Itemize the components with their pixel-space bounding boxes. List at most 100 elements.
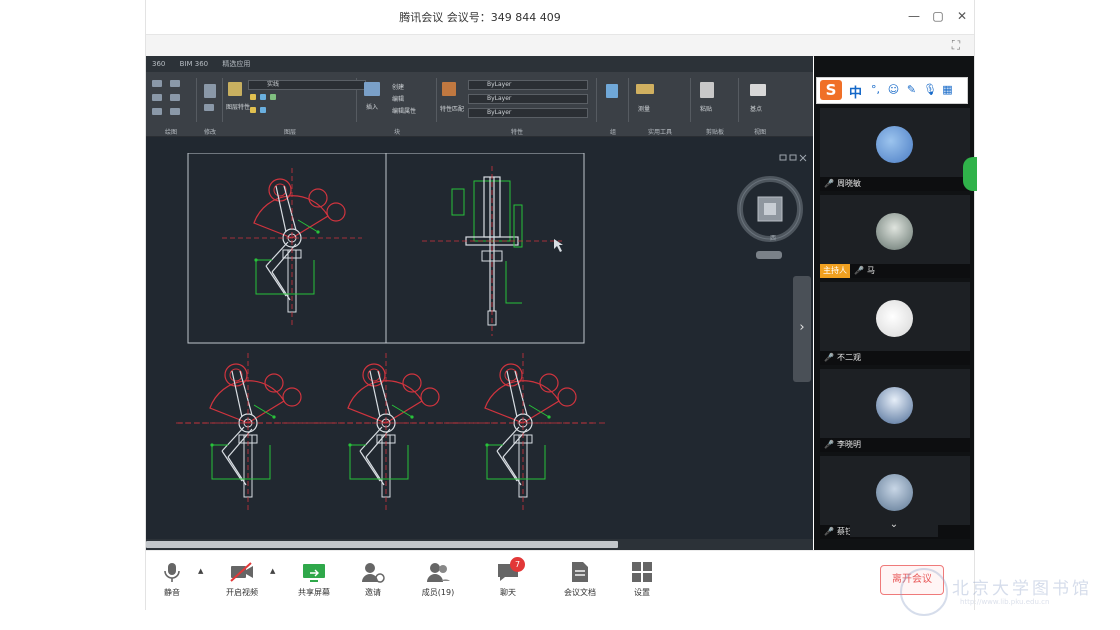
ribbon-group-label: 视图 [753, 129, 766, 136]
cad-tab[interactable]: BIM 360 [174, 57, 215, 68]
layer-freeze-icon[interactable] [260, 94, 266, 100]
invite-label: 邀请 [365, 588, 381, 597]
viewcube[interactable] [737, 176, 803, 259]
copy-icon[interactable] [204, 104, 214, 111]
layer-props-label: 图层特性 [226, 104, 251, 111]
hatch-icon[interactable] [170, 108, 180, 115]
ribbon-group-label: 剪贴板 [705, 129, 724, 136]
chat-button[interactable]: 7 聊天 [486, 557, 530, 598]
ime-mode-indicator[interactable]: 中 [849, 82, 862, 101]
mute-button[interactable]: 静音 [150, 561, 194, 598]
create-label[interactable]: 创建 [392, 82, 404, 91]
ribbon-group-label: 绘图 [164, 129, 177, 136]
paste-icon[interactable] [700, 82, 714, 98]
share-screen-button[interactable]: 共享屏幕 [292, 561, 336, 598]
layer-on-icon[interactable] [250, 94, 256, 100]
cad-tab[interactable]: 精选应用 [216, 56, 256, 69]
rect-icon[interactable] [170, 94, 180, 101]
fullscreen-icon[interactable]: ⛶ [948, 37, 964, 53]
mic-icon: 🎤 [854, 266, 864, 275]
cad-scroll-thumb[interactable] [146, 541, 618, 548]
share-screen-icon [303, 564, 325, 582]
layer-props-icon[interactable] [228, 82, 242, 96]
meeting-window: 腾讯会议 会议号：349 844 409 — ▢ ✕ ⛶ 360 BIM 360… [145, 0, 977, 611]
cad-horizontal-scrollbar[interactable] [146, 539, 813, 550]
ribbon-group-utilities: 测量 实用工具 [630, 78, 691, 136]
move-icon[interactable] [204, 84, 216, 98]
sogou-logo-icon[interactable]: S [820, 80, 842, 100]
lineweight-dropdown[interactable]: ByLayer [468, 108, 588, 118]
ime-toolbar[interactable]: S 中 °, ☺ ✎ 🎙 ▦ [816, 77, 968, 104]
members-icon [427, 563, 450, 582]
chat-unread-badge: 7 [510, 557, 525, 572]
video-label: 开启视频 [226, 588, 258, 597]
chevron-down-icon[interactable]: ⌄ [850, 513, 938, 537]
mic-muted-icon: 🎤 [824, 353, 834, 362]
measure-icon[interactable] [636, 84, 654, 94]
mic-icon[interactable]: 🎙 [923, 83, 937, 96]
video-button[interactable]: 开启视频 [220, 561, 264, 598]
layer-name: 实线 [267, 81, 280, 88]
measure-label: 测量 [638, 106, 651, 113]
mic-muted-icon: 🎤 [824, 440, 834, 449]
participant-name-bar: 🎤 周晓敏 [820, 177, 970, 191]
skin-icon[interactable]: ✎ [905, 83, 918, 96]
emoji-icon[interactable]: ☺ [887, 83, 900, 96]
participant-tile[interactable]: 🎤 周晓敏 [820, 108, 970, 191]
members-button[interactable]: 成员(19) [416, 561, 460, 598]
caret-up-icon[interactable]: ▲ [270, 567, 275, 575]
mute-label: 静音 [164, 588, 180, 597]
floating-status-tab[interactable] [963, 157, 977, 191]
linetype-dropdown[interactable]: ByLayer [468, 94, 588, 104]
chevron-right-icon[interactable]: › [793, 320, 811, 335]
restore-button[interactable]: ▢ [930, 8, 946, 24]
mic-icon: 🎤 [824, 179, 834, 188]
polyline-icon[interactable] [152, 94, 162, 101]
arc-icon[interactable] [170, 80, 180, 87]
layer-match-icon[interactable] [260, 107, 266, 113]
library-watermark: 北京大学图书馆 http://www.lib.pku.edu.cn [900, 566, 1100, 618]
screen-share-side-handle[interactable]: › [793, 276, 811, 382]
color-dropdown[interactable]: ByLayer [468, 80, 588, 90]
participant-tile[interactable]: 🎤 不二观 [820, 282, 970, 365]
participant-name: 马 [866, 266, 875, 275]
document-icon [572, 562, 588, 582]
group-icon[interactable] [606, 84, 618, 98]
match-props-icon[interactable] [442, 82, 456, 96]
cad-tab[interactable]: 360 [146, 57, 171, 68]
ribbon-group-label: 块 [393, 129, 400, 136]
participant-name-bar: 🎤 不二观 [820, 351, 970, 365]
participant-tile[interactable]: 主持人 🎤 马 [820, 195, 970, 278]
viewport-controls[interactable] [779, 154, 807, 162]
caret-up-icon[interactable]: ▲ [198, 567, 203, 575]
line-icon[interactable] [152, 80, 162, 87]
seal-icon [900, 568, 948, 616]
ribbon-group-modify: 修改 [198, 78, 223, 136]
invite-user-icon [362, 563, 385, 583]
punct-icon[interactable]: °, [869, 83, 882, 96]
participant-name: 周晓敏 [836, 179, 861, 188]
cad-drawing-canvas[interactable] [146, 153, 813, 539]
toolbox-icon[interactable]: ▦ [941, 83, 954, 96]
mechanism-drawing [452, 352, 594, 514]
viewcube-direction-label: 西 [769, 235, 776, 242]
mic-muted-icon: 🎤 [824, 527, 834, 536]
meeting-docs-button[interactable]: 会议文档 [558, 561, 602, 598]
layer-dropdown[interactable]: 实线 [248, 80, 366, 90]
close-button[interactable]: ✕ [954, 8, 970, 24]
ribbon-group-view: 基点 视图 [740, 78, 780, 136]
edit-attr-label[interactable]: 编辑属性 [392, 106, 416, 115]
settings-button[interactable]: 设置 [620, 561, 664, 598]
minimize-button[interactable]: — [906, 8, 922, 24]
layer-iso-icon[interactable] [250, 107, 256, 113]
view-bar: ⛶ [146, 34, 974, 57]
participant-tile[interactable]: 🎤 李晓明 [820, 369, 970, 452]
avatar [876, 300, 913, 337]
layer-lock-icon[interactable] [270, 94, 276, 100]
edit-label[interactable]: 编辑 [392, 94, 404, 103]
participant-name-bar: 主持人 🎤 马 [820, 264, 970, 278]
insert-icon[interactable] [364, 82, 380, 96]
circle-icon[interactable] [152, 108, 162, 115]
base-view-icon[interactable] [750, 84, 766, 96]
invite-button[interactable]: 邀请 [351, 561, 395, 598]
